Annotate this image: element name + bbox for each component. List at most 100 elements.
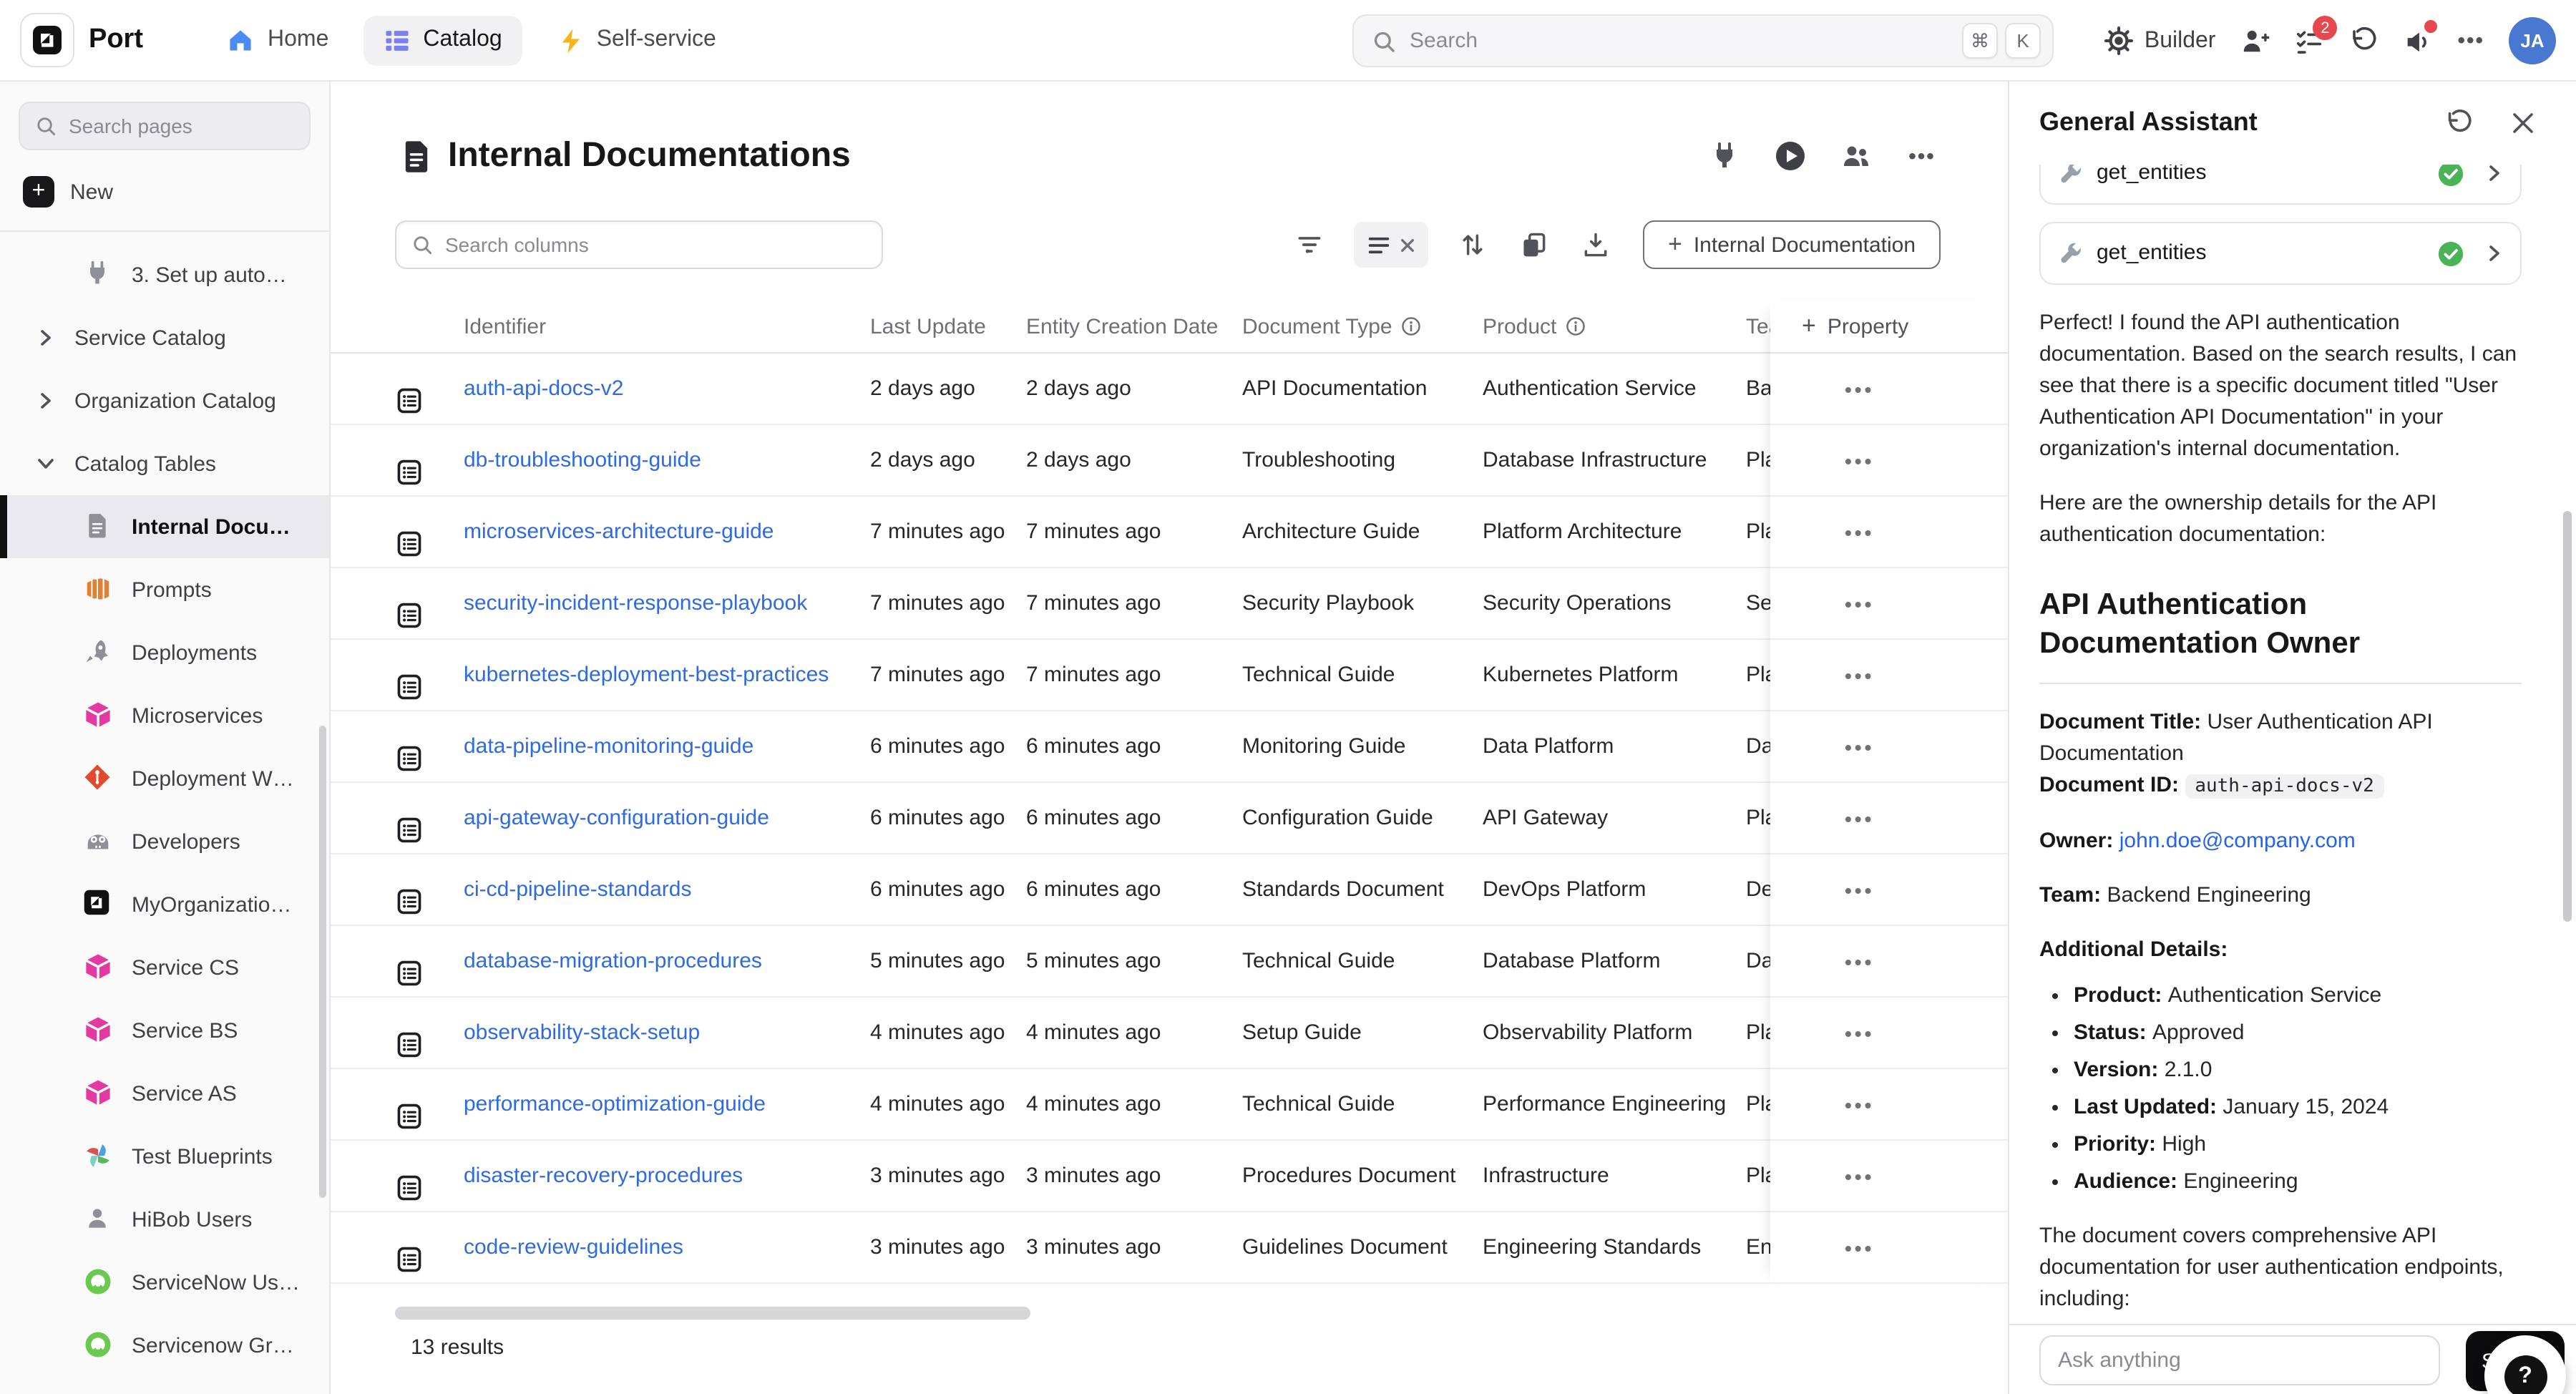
- sidebar-item-service-as[interactable]: Service AS: [0, 1062, 329, 1125]
- cell-product: Database Platform: [1483, 949, 1746, 973]
- row-more-button[interactable]: •••: [1845, 592, 1874, 615]
- row-actions: •••: [1770, 926, 2008, 998]
- reset-icon[interactable]: [2441, 107, 2473, 139]
- sidebar-item-service-cs[interactable]: Service CS: [0, 936, 329, 999]
- column-header-product[interactable]: Product: [1483, 314, 1746, 338]
- sidebar-scrollbar[interactable]: [319, 726, 326, 1198]
- cell-identifier[interactable]: disaster-recovery-procedures: [464, 1164, 870, 1188]
- download-icon[interactable]: [1579, 228, 1613, 262]
- more-menu-button[interactable]: •••: [2457, 29, 2484, 53]
- ask-anything-input[interactable]: [2039, 1335, 2440, 1385]
- cell-last-update: 3 minutes ago: [870, 1235, 1026, 1259]
- document-icon: [83, 511, 114, 542]
- sidebar-item-test-blueprints[interactable]: Test Blueprints: [0, 1125, 329, 1188]
- row-more-button[interactable]: •••: [1845, 1236, 1874, 1259]
- filter-icon[interactable]: [1292, 228, 1327, 262]
- builder-button[interactable]: Builder: [2104, 26, 2216, 56]
- table-row: api-gateway-configuration-guide6 minutes…: [331, 783, 2008, 854]
- sidebar-item-deployment-w[interactable]: Deployment W…: [0, 747, 329, 810]
- row-more-button[interactable]: •••: [1845, 950, 1874, 973]
- row-more-button[interactable]: •••: [1845, 1093, 1874, 1116]
- tool-call-card[interactable]: get_entities: [2039, 165, 2522, 205]
- cell-identifier[interactable]: auth-api-docs-v2: [464, 376, 870, 401]
- horizontal-scrollbar[interactable]: [395, 1307, 1030, 1320]
- owner-label: Owner:: [2039, 829, 2113, 853]
- row-more-button[interactable]: •••: [1845, 806, 1874, 829]
- sort-icon[interactable]: [1455, 228, 1490, 262]
- plug-icon[interactable]: [1707, 139, 1742, 173]
- cell-identifier[interactable]: api-gateway-configuration-guide: [464, 806, 870, 830]
- play-circle-icon[interactable]: [1773, 139, 1807, 173]
- sidebar-item-prompts[interactable]: Prompts: [0, 558, 329, 621]
- global-search[interactable]: ⌘ K: [1352, 14, 2054, 67]
- search-input[interactable]: [1410, 29, 1955, 53]
- tool-call-card[interactable]: get_entities: [2039, 222, 2522, 285]
- row-more-button[interactable]: •••: [1845, 377, 1874, 400]
- row-more-button[interactable]: •••: [1845, 1021, 1874, 1044]
- column-header-entity-creation-date[interactable]: Entity Creation Date: [1026, 314, 1242, 338]
- history-button[interactable]: [2348, 26, 2379, 56]
- cell-identifier[interactable]: kubernetes-deployment-best-practices: [464, 663, 870, 687]
- sidebar-item-microservices[interactable]: Microservices: [0, 684, 329, 747]
- ellipsis-icon[interactable]: •••: [1905, 139, 1939, 173]
- column-header-document-type[interactable]: Document Type: [1242, 314, 1483, 338]
- cell-identifier[interactable]: observability-stack-setup: [464, 1020, 870, 1045]
- cell-identifier[interactable]: performance-optimization-guide: [464, 1092, 870, 1116]
- sidebar-item-servicenow-us[interactable]: ServiceNow Us…: [0, 1251, 329, 1314]
- new-button[interactable]: + New: [0, 167, 329, 216]
- column-header-identifier[interactable]: Identifier: [464, 314, 870, 338]
- sidebar-item-internal-docu[interactable]: Internal Docu…: [0, 495, 329, 558]
- sidebar-item-catalog-tables[interactable]: Catalog Tables: [0, 432, 329, 495]
- cell-identifier[interactable]: db-troubleshooting-guide: [464, 448, 870, 472]
- sidebar-item-service-catalog[interactable]: Service Catalog: [0, 306, 329, 369]
- sidebar-item-organization-catalog[interactable]: Organization Catalog: [0, 369, 329, 432]
- row-more-button[interactable]: •••: [1845, 449, 1874, 472]
- announcements-button[interactable]: [2403, 26, 2433, 56]
- row-more-button[interactable]: •••: [1845, 735, 1874, 758]
- sidebar-item-developers[interactable]: Developers: [0, 810, 329, 873]
- sidebar-item-deployments[interactable]: Deployments: [0, 621, 329, 684]
- list-view-icon: [1367, 233, 1391, 257]
- group-by-toggle[interactable]: [1354, 222, 1428, 268]
- cell-product: Performance Engineering: [1483, 1092, 1746, 1116]
- copy-icon[interactable]: [1517, 228, 1551, 262]
- people-icon[interactable]: [1839, 139, 1873, 173]
- cell-identifier[interactable]: data-pipeline-monitoring-guide: [464, 734, 870, 759]
- sidebar-item-servicenow-gr[interactable]: Servicenow Gr…: [0, 1314, 329, 1377]
- row-more-button[interactable]: •••: [1845, 878, 1874, 901]
- search-columns-input[interactable]: [445, 233, 867, 256]
- nav-catalog[interactable]: Catalog: [363, 15, 522, 65]
- cell-identifier[interactable]: ci-cd-pipeline-standards: [464, 877, 870, 902]
- plus-icon: +: [1802, 312, 1816, 341]
- tasks-button[interactable]: 2: [2294, 26, 2324, 56]
- cell-identifier[interactable]: database-migration-procedures: [464, 949, 870, 973]
- sidebar-item-service-bs[interactable]: Service BS: [0, 999, 329, 1062]
- avatar[interactable]: JA: [2509, 17, 2556, 64]
- row-more-button[interactable]: •••: [1845, 663, 1874, 686]
- sidebar-search[interactable]: [19, 102, 311, 150]
- add-internal-documentation-button[interactable]: + Internal Documentation: [1643, 220, 1941, 269]
- nav-home[interactable]: Home: [206, 14, 348, 66]
- cube-icon: [83, 1015, 114, 1046]
- cell-identifier[interactable]: microservices-architecture-guide: [464, 520, 870, 544]
- owner-email-link[interactable]: john.doe@company.com: [2119, 829, 2356, 853]
- cell-identifier[interactable]: code-review-guidelines: [464, 1235, 870, 1259]
- additional-details-label: Additional Details:: [2039, 935, 2522, 966]
- sidebar-search-input[interactable]: [69, 114, 328, 137]
- column-header-last-update[interactable]: Last Update: [870, 314, 1026, 338]
- row-more-button[interactable]: •••: [1845, 520, 1874, 543]
- row-more-button[interactable]: •••: [1845, 1164, 1874, 1187]
- sidebar-item-3-set-up-auto[interactable]: 3. Set up auto…: [0, 243, 329, 306]
- add-property-button[interactable]: + Property: [1770, 301, 2008, 354]
- cell-identifier[interactable]: security-incident-response-playbook: [464, 591, 870, 615]
- details-list: Product: Authentication ServiceStatus: A…: [2039, 980, 2522, 1198]
- sidebar-item-myorganizatio[interactable]: MyOrganizatio…: [0, 873, 329, 936]
- port-logo[interactable]: [20, 13, 74, 67]
- invite-user-button[interactable]: [2240, 26, 2270, 56]
- nav-self-service[interactable]: Self-service: [537, 15, 736, 65]
- sidebar-item-hibob-users[interactable]: HiBob Users: [0, 1188, 329, 1251]
- search-columns[interactable]: [395, 220, 883, 269]
- close-icon[interactable]: [2507, 107, 2539, 139]
- assistant-scrollbar[interactable]: [2563, 511, 2572, 922]
- detail-item: Product: Authentication Service: [2074, 980, 2522, 1012]
